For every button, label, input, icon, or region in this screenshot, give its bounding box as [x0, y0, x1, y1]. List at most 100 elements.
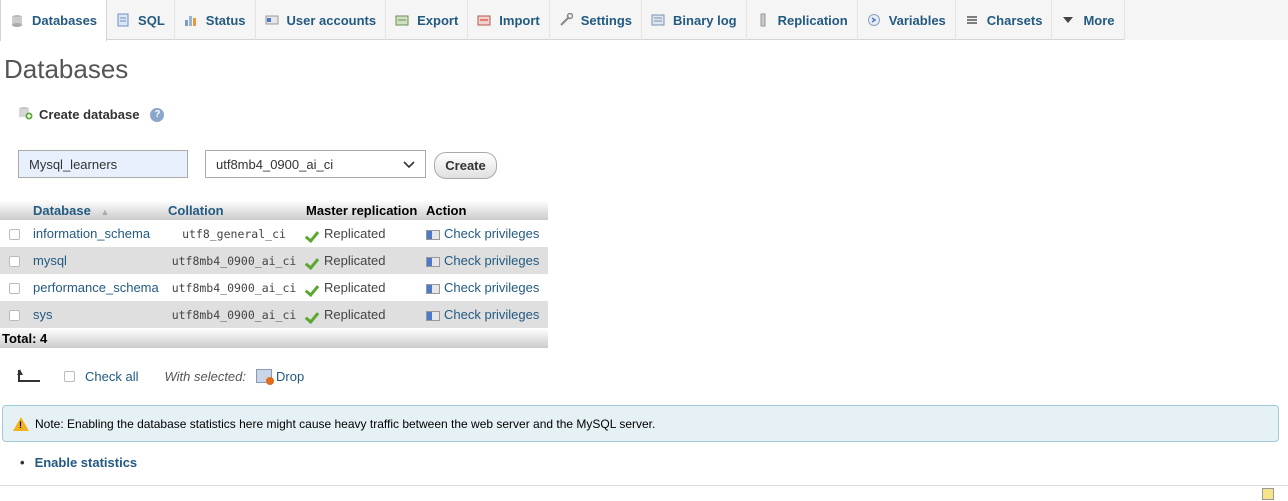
sort-ascending-icon: ▲: [100, 206, 110, 217]
binary-log-icon: [651, 13, 667, 27]
replication-status: Replicated: [324, 253, 386, 268]
tab-bar-fill: [1124, 0, 1288, 40]
caret-down-icon: [1061, 13, 1077, 27]
create-database-heading: Create database ?: [18, 106, 165, 123]
tab-databases[interactable]: Databases: [0, 0, 108, 41]
tab-more[interactable]: More: [1052, 0, 1125, 40]
tab-export[interactable]: Export: [386, 0, 469, 40]
tab-label: Variables: [888, 12, 946, 28]
statistics-notice: ! Note: Enabling the database statistics…: [2, 405, 1279, 442]
tab-label: Import: [499, 12, 540, 28]
privileges-icon: [426, 229, 440, 240]
check-privileges-link[interactable]: Check privileges: [423, 301, 548, 328]
total-row: Total: 4: [0, 328, 548, 348]
drop-button[interactable]: Drop: [256, 369, 304, 385]
page-title: Databases: [4, 54, 129, 84]
tab-status[interactable]: Status: [175, 0, 256, 40]
tab-binary-log[interactable]: Binary log: [642, 0, 747, 40]
wrench-icon: [559, 12, 575, 27]
privileges-icon: [426, 283, 440, 294]
with-selected-label: With selected:: [164, 368, 246, 384]
checkmark-icon: [306, 257, 320, 267]
tab-label: SQL: [138, 12, 165, 28]
tab-label: Binary log: [673, 12, 737, 28]
total-count: Total: 4: [0, 328, 548, 348]
tab-sql[interactable]: SQL: [107, 0, 175, 40]
tab-charsets[interactable]: Charsets: [956, 0, 1053, 40]
table-row: performance_schema utf8mb4_0900_ai_ci Re…: [0, 274, 548, 301]
database-icon: [10, 14, 26, 28]
check-privileges-link[interactable]: Check privileges: [423, 220, 548, 247]
tab-variables[interactable]: Variables: [858, 0, 956, 40]
collation-value: utf8mb4_0900_ai_ci: [165, 274, 303, 301]
tab-label: Settings: [580, 12, 633, 28]
database-column-header[interactable]: Database ▲: [30, 200, 165, 220]
collation-value: utf8mb4_0900_ai_ci: [165, 301, 303, 328]
row-checkbox[interactable]: [9, 310, 20, 322]
create-button[interactable]: Create: [434, 152, 497, 179]
replication-status: Replicated: [324, 307, 386, 322]
privileges-icon: [426, 310, 440, 321]
action-column-header: Action: [423, 200, 548, 220]
checkmark-icon: [306, 230, 320, 240]
database-name-link[interactable]: mysql: [30, 247, 165, 274]
enable-statistics-link[interactable]: • Enable statistics: [20, 455, 137, 470]
select-column-header: [0, 200, 30, 220]
check-all-checkbox[interactable]: [64, 370, 75, 382]
tab-label: Export: [417, 12, 459, 28]
checkmark-icon: [306, 284, 320, 294]
database-name-input[interactable]: [18, 150, 188, 178]
database-name-link[interactable]: sys: [30, 301, 165, 328]
console-icon[interactable]: [1262, 488, 1274, 500]
collation-column-header[interactable]: Collation: [165, 200, 303, 220]
tab-user-accounts[interactable]: User accounts: [256, 0, 387, 40]
footer-divider: [0, 485, 1288, 486]
replication-status: Replicated: [324, 226, 386, 241]
arrow-up-icon: ▲: [14, 368, 44, 384]
row-checkbox[interactable]: [9, 229, 20, 241]
database-name-link[interactable]: performance_schema: [30, 274, 165, 301]
collation-select[interactable]: utf8mb4_0900_ai_ci: [205, 150, 426, 178]
warning-icon: !: [13, 416, 29, 431]
check-privileges-link[interactable]: Check privileges: [423, 247, 548, 274]
sql-icon: [116, 13, 132, 27]
tab-settings[interactable]: Settings: [550, 0, 643, 40]
tab-label: Status: [205, 12, 246, 28]
tab-label: Replication: [777, 12, 848, 28]
chevron-down-icon: [403, 157, 415, 172]
charsets-icon: [965, 13, 981, 27]
replication-icon: [756, 13, 772, 27]
row-checkbox[interactable]: [9, 256, 20, 268]
import-icon: [477, 13, 493, 27]
help-icon[interactable]: ?: [150, 107, 165, 122]
tab-import[interactable]: Import: [468, 0, 550, 40]
bulk-actions: ▲ Check all With selected: Drop: [14, 368, 304, 385]
check-privileges-link[interactable]: Check privileges: [423, 274, 548, 301]
status-icon: [184, 13, 200, 27]
privileges-icon: [426, 256, 440, 267]
table-row: mysql utf8mb4_0900_ai_ci Replicated Chec…: [0, 247, 548, 274]
collation-value: utf8mb4_0900_ai_ci: [165, 247, 303, 274]
drop-icon: [256, 369, 274, 385]
table-row: sys utf8mb4_0900_ai_ci Replicated Check …: [0, 301, 548, 328]
variables-icon: [867, 13, 883, 27]
notice-text: Note: Enabling the database statistics h…: [35, 416, 656, 431]
tab-label: More: [1083, 12, 1115, 28]
collation-selected-value: utf8mb4_0900_ai_ci: [216, 156, 334, 172]
export-icon: [395, 13, 411, 27]
collation-value: utf8_general_ci: [165, 220, 303, 247]
row-checkbox[interactable]: [9, 283, 20, 295]
databases-table: Database ▲ Collation Master replication …: [0, 200, 548, 348]
check-all-label[interactable]: Check all: [85, 369, 138, 384]
user-accounts-icon: [265, 13, 281, 27]
tab-label: Databases: [32, 13, 98, 28]
master-replication-column-header: Master replication: [303, 200, 423, 220]
create-database-icon: [18, 106, 34, 123]
table-row: information_schema utf8_general_ci Repli…: [0, 220, 548, 247]
tab-label: Charsets: [986, 12, 1043, 28]
replication-status: Replicated: [324, 280, 386, 295]
tab-replication[interactable]: Replication: [747, 0, 858, 40]
bullet-icon: •: [20, 455, 25, 470]
database-name-link[interactable]: information_schema: [30, 220, 165, 247]
top-tab-bar: Databases SQL Status User accounts Expor…: [0, 0, 1288, 41]
